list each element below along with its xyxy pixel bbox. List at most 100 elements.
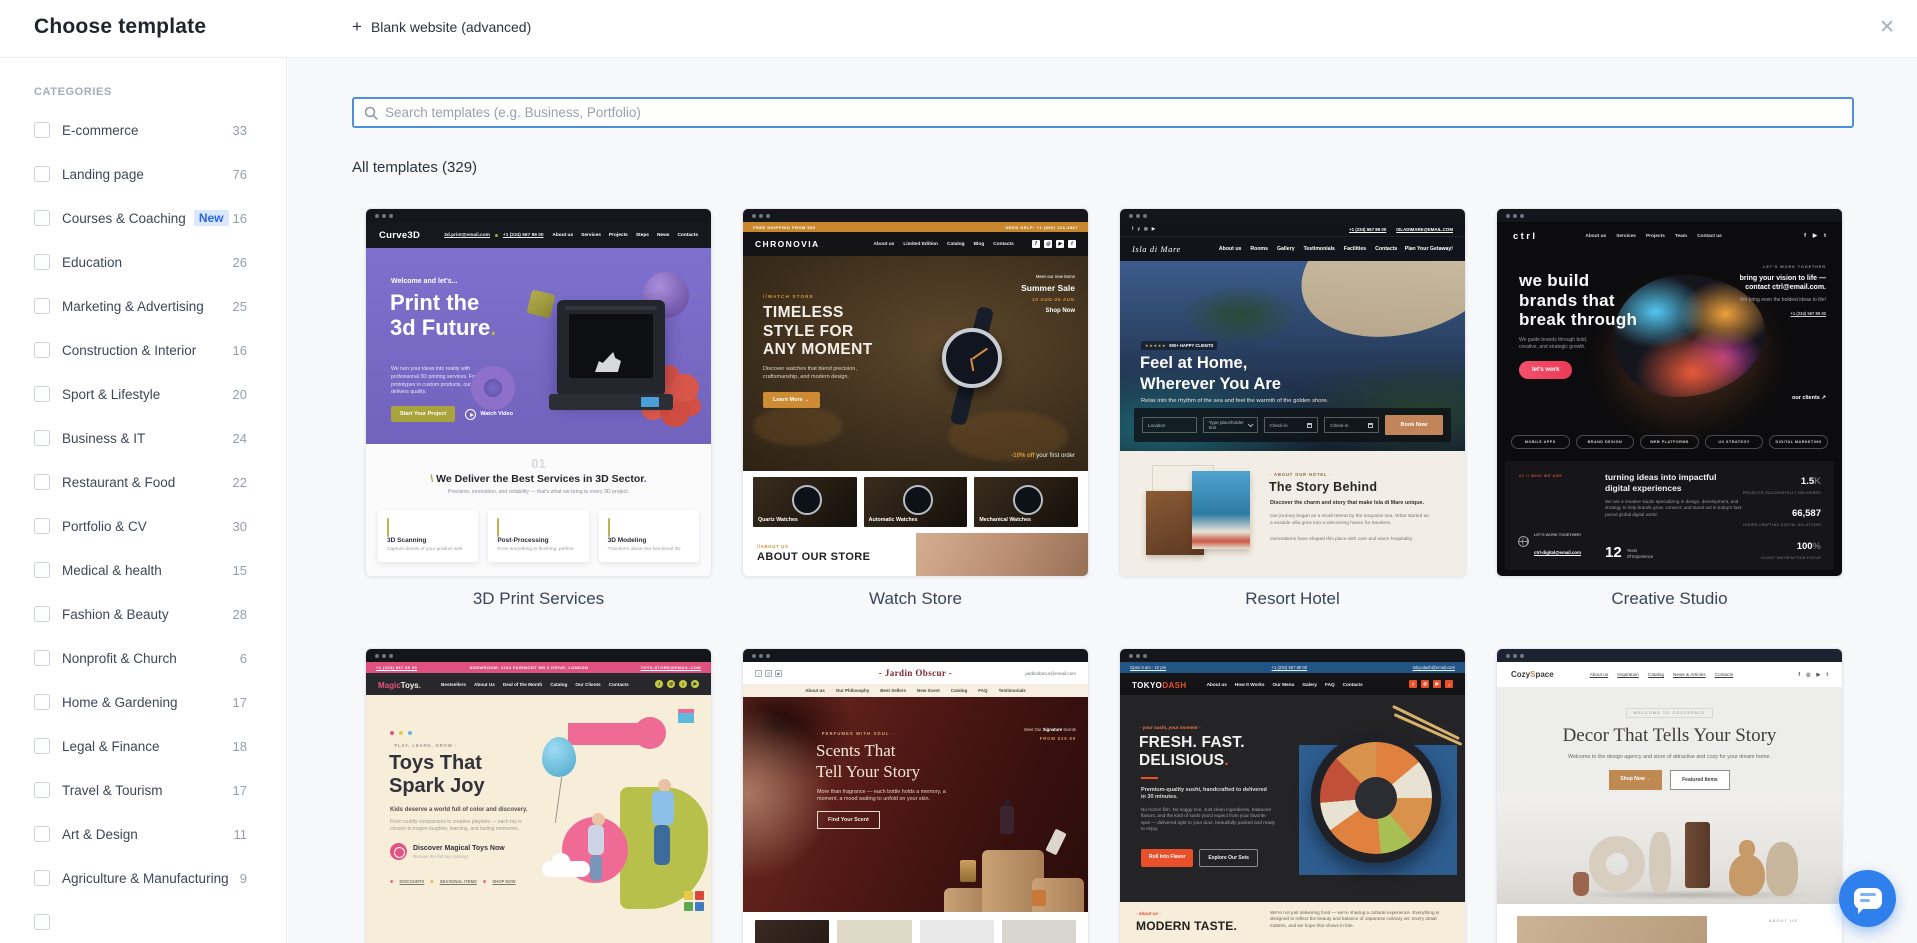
facebook-icon: f — [655, 680, 663, 688]
about-section: ABOUT US — [1497, 904, 1842, 943]
template-preview[interactable]: FREE SHIPPING FROM $50NEED HELP: +1 (800… — [742, 208, 1089, 577]
category-row-sport-lifestyle[interactable]: Sport & Lifestyle20 — [0, 372, 286, 416]
category-row-home-gardening[interactable]: Home & Gardening17 — [0, 680, 286, 724]
checkbox[interactable] — [34, 474, 50, 490]
balloon-string — [555, 777, 562, 823]
promo-dates: 10 AUG-20 AUG — [1021, 297, 1075, 302]
category-row-ecommerce[interactable]: E-commerce33 — [0, 108, 286, 152]
face-shape — [743, 697, 873, 912]
preview-nav-links: About usHow It WorksOur MenuGaleryFAQCon… — [1207, 682, 1363, 687]
preview-logo: ctrl — [1513, 231, 1537, 242]
close-icon[interactable]: ✕ — [1879, 16, 1895, 39]
template-card-resort-hotel[interactable]: fy◎▶ +1 (234) 567 89 00ISLADIMARE@EMAIL.… — [1119, 208, 1466, 609]
feature-title: 3D Scanning — [387, 537, 469, 544]
category-row-landing-page[interactable]: Landing page76 — [0, 152, 286, 196]
who-we-are-section: 01 // WHO WE ARE turning ideas into impa… — [1505, 461, 1834, 570]
category-row-partial[interactable] — [0, 900, 286, 943]
checkbox[interactable] — [34, 254, 50, 270]
preview-navbar: Curve3D 3d.print@email.com+1 (234) 567 8… — [366, 222, 711, 248]
process-icon — [497, 518, 499, 537]
checkbox[interactable] — [34, 298, 50, 314]
category-row-courses-coaching[interactable]: Courses & CoachingNew16 — [0, 196, 286, 240]
blank-website-button[interactable]: + Blank website (advanced) — [352, 19, 531, 35]
tile: Quartz Watches — [753, 477, 857, 527]
category-row-art-design[interactable]: Art & Design11 — [0, 812, 286, 856]
category-row-travel-tourism[interactable]: Travel & Tourism17 — [0, 768, 286, 812]
template-card-watch-store[interactable]: FREE SHIPPING FROM $50NEED HELP: +1 (800… — [742, 208, 1089, 609]
accent-bar — [1141, 777, 1158, 779]
templates-panel: All templates (329) Curve3D 3d.print@ema… — [288, 58, 1917, 943]
category-label: E-commerce — [62, 123, 139, 138]
checkbox[interactable] — [34, 210, 50, 226]
preview-hero: · your sushi, your moment · FRESH. FAST.… — [1120, 695, 1465, 902]
section-subtitle: Precision, innovation, and reliability —… — [366, 489, 711, 495]
template-card-magic-toys[interactable]: +1 (234) 567 89 00SHOWROOM: 1234 FAIRMON… — [365, 648, 712, 943]
preview-body: Welcome to the design agency and store o… — [1497, 754, 1842, 760]
category-row-construction-interior[interactable]: Construction & Interior16 — [0, 328, 286, 372]
template-title[interactable]: 3D Print Services — [365, 589, 712, 609]
preview-nav-links: About usServicesProjectsTeamContact us — [1585, 234, 1721, 239]
template-title[interactable]: Watch Store — [742, 589, 1089, 609]
template-preview[interactable]: fy◎▶ +1 (234) 567 89 00ISLADIMARE@EMAIL.… — [1119, 208, 1466, 577]
template-card-jardin-obscur[interactable]: f◎▶ - Jardin Obscur - jardinobscur@email… — [742, 648, 1089, 943]
category-row-marketing-advertising[interactable]: Marketing & Advertising25 — [0, 284, 286, 328]
category-row-business-it[interactable]: Business & IT24 — [0, 416, 286, 460]
youtube-icon: ▶ — [1152, 226, 1155, 232]
category-row-medical-health[interactable]: Medical & health15 — [0, 548, 286, 592]
checkbox[interactable] — [34, 122, 50, 138]
template-title[interactable]: Resort Hotel — [1119, 589, 1466, 609]
preview-topbar: fy◎▶ +1 (234) 567 89 00ISLADIMARE@EMAIL.… — [1120, 222, 1465, 236]
checkbox[interactable] — [34, 562, 50, 578]
work-together-block: LET'S WORK TOGETHER!ctrl-digital@email.c… — [1518, 523, 1581, 559]
template-preview[interactable]: Curve3D 3d.print@email.com+1 (234) 567 8… — [365, 208, 712, 577]
template-card-tokyodash[interactable]: Open 8 am - 10 pm+1 (234) 567 89 00tokyo… — [1119, 648, 1466, 943]
youtube-icon: ▶ — [1056, 240, 1064, 248]
template-preview[interactable]: +1 (234) 567 89 00SHOWROOM: 1234 FAIRMON… — [365, 648, 712, 943]
category-row-restaurant-food[interactable]: Restaurant & Food22 — [0, 460, 286, 504]
search-bar[interactable] — [352, 97, 1854, 128]
preview-email: ISLADIMARE@EMAIL.COM — [1396, 227, 1453, 232]
promo-block: Meet Our Signature Scents FROM $29.99 — [1024, 727, 1076, 741]
checkbox[interactable] — [34, 870, 50, 886]
category-row-legal-finance[interactable]: Legal & Finance18 — [0, 724, 286, 768]
social-icons: f▶t — [1804, 233, 1826, 239]
category-row-agriculture-manufacturing[interactable]: Agriculture & Manufacturing9 — [0, 856, 286, 900]
checkbox[interactable] — [34, 782, 50, 798]
preview-logo: CHRONOVIA — [755, 239, 820, 249]
checkbox[interactable] — [34, 694, 50, 710]
category-row-fashion-beauty[interactable]: Fashion & Beauty28 — [0, 592, 286, 636]
checkbox[interactable] — [34, 166, 50, 182]
instagram-icon: ◎ — [1144, 226, 1148, 232]
template-preview[interactable]: CozySpace About usInspirationCatalogNews… — [1496, 648, 1843, 943]
heading-dot: . — [490, 315, 496, 340]
checkbox[interactable] — [34, 386, 50, 402]
template-preview[interactable]: Open 8 am - 10 pm+1 (234) 567 89 00tokyo… — [1119, 648, 1466, 943]
template-card-creative-studio[interactable]: ctrl About usServicesProjectsTeamContact… — [1496, 208, 1843, 609]
checkbox[interactable] — [34, 826, 50, 842]
food-photo — [1192, 471, 1250, 549]
checkbox[interactable] — [34, 430, 50, 446]
category-row-education[interactable]: Education26 — [0, 240, 286, 284]
search-input[interactable] — [385, 105, 1843, 120]
category-row-nonprofit-church[interactable]: Nonprofit & Church6 — [0, 636, 286, 680]
vases-illustration — [1497, 792, 1842, 904]
checkbox[interactable] — [34, 738, 50, 754]
contact-body: We bring even the boldest ideas to life! — [1732, 297, 1826, 304]
template-preview[interactable]: f◎▶ - Jardin Obscur - jardinobscur@email… — [742, 648, 1089, 943]
template-preview[interactable]: ctrl About usServicesProjectsTeamContact… — [1496, 208, 1843, 577]
category-row-portfolio-cv[interactable]: Portfolio & CV30 — [0, 504, 286, 548]
preview-cta-link: Plan Your Getaway! — [1405, 246, 1453, 252]
template-card-3d-print-services[interactable]: Curve3D 3d.print@email.com+1 (234) 567 8… — [365, 208, 712, 609]
chat-widget-button[interactable] — [1839, 870, 1896, 927]
checkbox[interactable] — [34, 342, 50, 358]
checkbox[interactable] — [34, 650, 50, 666]
preview-phone: +1 (234) 567 89 00 — [376, 665, 417, 670]
checkbox[interactable] — [34, 914, 50, 930]
checkbox[interactable] — [34, 518, 50, 534]
template-title[interactable]: Creative Studio — [1496, 589, 1843, 609]
checkbox[interactable] — [34, 606, 50, 622]
slash-accent: \ — [430, 473, 433, 485]
vase-shape — [1729, 854, 1765, 896]
preview-lead: Kids deserve a world full of color and d… — [390, 807, 528, 813]
template-card-cozyspace[interactable]: CozySpace About usInspirationCatalogNews… — [1496, 648, 1843, 943]
